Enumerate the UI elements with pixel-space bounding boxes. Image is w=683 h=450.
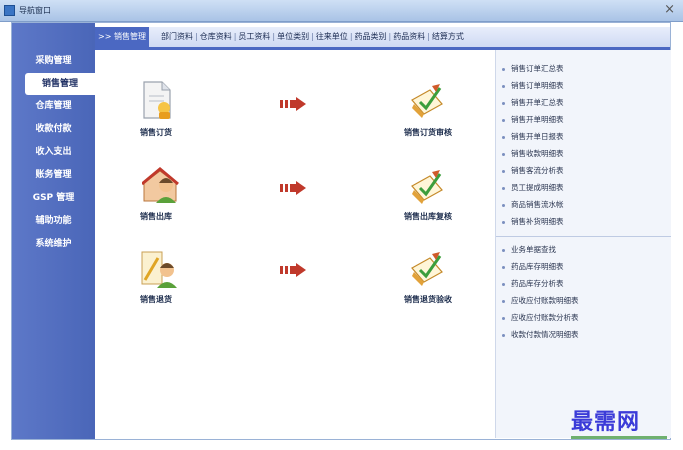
report-link[interactable]: 销售补货明细表 — [502, 216, 564, 227]
bullet-icon — [502, 118, 505, 122]
report-link[interactable]: 销售客流分析表 — [502, 165, 564, 176]
report-link[interactable]: 销售开单汇总表 — [502, 97, 564, 108]
arrow-right-icon — [280, 97, 306, 111]
link-staff[interactable]: 员工资料 — [238, 32, 270, 41]
sidebar-item-purchase[interactable]: 采购管理 — [12, 50, 95, 72]
store-person-icon — [141, 167, 179, 203]
divider — [496, 236, 671, 237]
report-panel: 销售订单汇总表 销售订单明细表 销售开单汇总表 销售开单明细表 销售开单日报表 … — [495, 50, 671, 438]
bullet-icon — [502, 316, 505, 320]
sidebar-item-assist[interactable]: 辅助功能 — [12, 210, 95, 232]
node-label: 销售退货验收 — [404, 295, 452, 304]
node-label: 销售退货 — [140, 295, 172, 304]
sales-return-node[interactable]: 销售退货 — [140, 250, 180, 304]
link-unit-category[interactable]: 单位类别 — [277, 32, 309, 41]
approve-icon — [411, 252, 443, 286]
bullet-icon — [502, 169, 505, 173]
bullet-icon — [502, 265, 505, 269]
report-link[interactable]: 收款付款情况明细表 — [502, 329, 579, 340]
watermark-underline — [571, 436, 667, 439]
quick-links: 部门资料 | 仓库资料 | 员工资料 | 单位类别 | 往来单位 | 药品类别 | 药品资料 | 结算方式 — [161, 31, 464, 42]
link-separator: | — [233, 32, 237, 41]
close-icon[interactable]: × — [664, 2, 675, 18]
tab-bar: >> 销售管理 部门资料 | 仓库资料 | 员工资料 | 单位类别 | 往来单位 | 药品类别 | 药品… — [95, 27, 670, 50]
link-drug-category[interactable]: 药品类别 — [355, 32, 387, 41]
bullet-icon — [502, 282, 505, 286]
sidebar-item-receipts[interactable]: 收款付款 — [12, 118, 95, 140]
link-partners[interactable]: 往来单位 — [316, 32, 348, 41]
link-warehouse[interactable]: 仓库资料 — [200, 32, 232, 41]
report-link[interactable]: 销售收款明细表 — [502, 148, 564, 159]
link-separator: | — [427, 32, 430, 41]
link-dept[interactable]: 部门资料 — [161, 32, 193, 41]
node-label: 销售订货审核 — [404, 128, 452, 137]
link-separator: | — [388, 32, 392, 41]
sales-outbound-review-node[interactable]: 销售出库复核 — [404, 168, 452, 221]
sidebar-item-system[interactable]: 系统维护 — [12, 233, 95, 255]
node-label: 销售订货 — [140, 128, 172, 137]
approve-icon — [411, 170, 443, 204]
report-link[interactable]: 应收应付账款明细表 — [502, 295, 579, 306]
bullet-icon — [502, 152, 505, 156]
sales-order-audit-node[interactable]: 销售订货审核 — [404, 82, 452, 137]
sidebar-item-income[interactable]: 收入支出 — [12, 141, 95, 163]
link-separator: | — [311, 32, 314, 41]
window-title: 导航窗口 — [19, 6, 51, 15]
return-person-icon — [141, 251, 177, 288]
report-link[interactable]: 商品销售流水帐 — [502, 199, 564, 210]
sidebar-item-warehouse[interactable]: 仓库管理 — [12, 95, 95, 117]
arrow-right-icon — [280, 263, 306, 277]
report-link[interactable]: 销售订单汇总表 — [502, 63, 564, 74]
report-link[interactable]: 销售开单日报表 — [502, 131, 564, 142]
window-titlebar: 导航窗口 × — [0, 0, 683, 22]
bullet-icon — [502, 333, 505, 337]
document-icon — [143, 81, 171, 119]
link-separator: | — [272, 32, 276, 41]
bullet-icon — [502, 203, 505, 207]
bullet-icon — [502, 220, 505, 224]
sidebar-item-sales[interactable]: 销售管理 — [25, 73, 95, 95]
sidebar-item-accounts[interactable]: 账务管理 — [12, 164, 95, 186]
sales-outbound-node[interactable]: 销售出库 — [140, 167, 182, 221]
report-link[interactable]: 销售开单明细表 — [502, 114, 564, 125]
link-separator: | — [195, 32, 198, 41]
tab-sales-management[interactable]: >> 销售管理 — [95, 27, 149, 47]
sales-return-check-node[interactable]: 销售退货验收 — [404, 250, 452, 304]
watermark-text: 最需网 — [571, 409, 641, 435]
bullet-icon — [502, 299, 505, 303]
node-label: 销售出库复核 — [404, 212, 452, 221]
bullet-icon — [502, 186, 505, 190]
sidebar: 采购管理 销售管理 仓库管理 收款付款 收入支出 账务管理 GSP 管理 辅助功… — [12, 23, 95, 439]
link-separator: | — [349, 32, 353, 41]
bullet-icon — [502, 248, 505, 252]
sidebar-item-gsp[interactable]: GSP 管理 — [12, 187, 95, 209]
report-link[interactable]: 业务单据查找 — [502, 244, 556, 255]
link-settlement[interactable]: 结算方式 — [432, 32, 464, 41]
report-link[interactable]: 销售订单明细表 — [502, 80, 564, 91]
workflow-area: 销售订货 销售订货审核 销售出库 销售出库复核 销售退货 销售退货验收 — [96, 50, 494, 438]
report-link[interactable]: 药品库存分析表 — [502, 278, 564, 289]
node-label: 销售出库 — [140, 212, 172, 221]
app-icon — [4, 5, 15, 16]
bullet-icon — [502, 135, 505, 139]
bullet-icon — [502, 67, 505, 71]
link-drug-info[interactable]: 药品资料 — [393, 32, 425, 41]
approve-icon — [411, 84, 443, 118]
bullet-icon — [502, 101, 505, 105]
report-link[interactable]: 员工提成明细表 — [502, 182, 564, 193]
bullet-icon — [502, 84, 505, 88]
report-link[interactable]: 药品库存明细表 — [502, 261, 564, 272]
sales-order-node[interactable]: 销售订货 — [140, 80, 176, 137]
arrow-right-icon — [280, 181, 306, 195]
report-link[interactable]: 应收应付账款分析表 — [502, 312, 579, 323]
